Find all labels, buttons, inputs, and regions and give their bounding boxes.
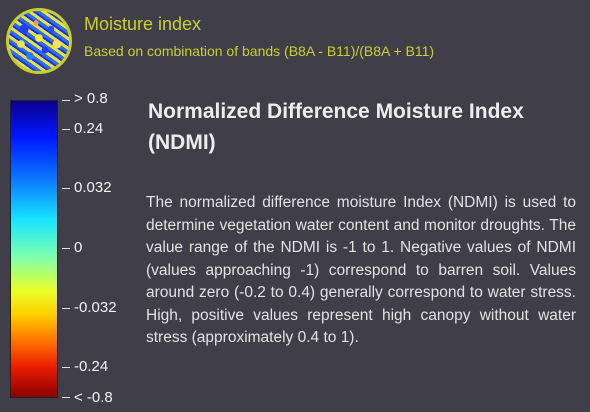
- legend-label-neg-0-24: -0.24: [74, 358, 109, 375]
- legend-label-0-24: 0.24: [74, 120, 104, 137]
- legend-label-max: > 0.8: [74, 90, 108, 107]
- legend-tick: [62, 188, 70, 189]
- index-title: Normalized Difference Moisture Index (ND…: [148, 100, 524, 154]
- legend-tick: [62, 397, 70, 398]
- layer-header: Moisture index Based on combination of b…: [0, 0, 590, 80]
- index-description: The normalized difference moisture Index…: [146, 194, 576, 346]
- color-legend-bar: [10, 100, 58, 398]
- legend-label-min: < -0.8: [74, 389, 113, 406]
- legend-label-0-032: 0.032: [74, 179, 112, 196]
- legend-tick: [62, 129, 70, 130]
- legend-tick: [62, 308, 70, 309]
- layer-thumbnail[interactable]: [6, 8, 72, 74]
- legend-label-zero: 0: [74, 239, 83, 256]
- legend-tick: [62, 367, 70, 368]
- legend-label-neg-0-032: -0.032: [74, 299, 117, 316]
- layer-subtitle: Based on combination of bands (B8A - B11…: [84, 43, 435, 59]
- layer-title: Moisture index: [84, 14, 202, 34]
- legend-tick: [62, 248, 70, 249]
- legend-tick: [62, 100, 70, 101]
